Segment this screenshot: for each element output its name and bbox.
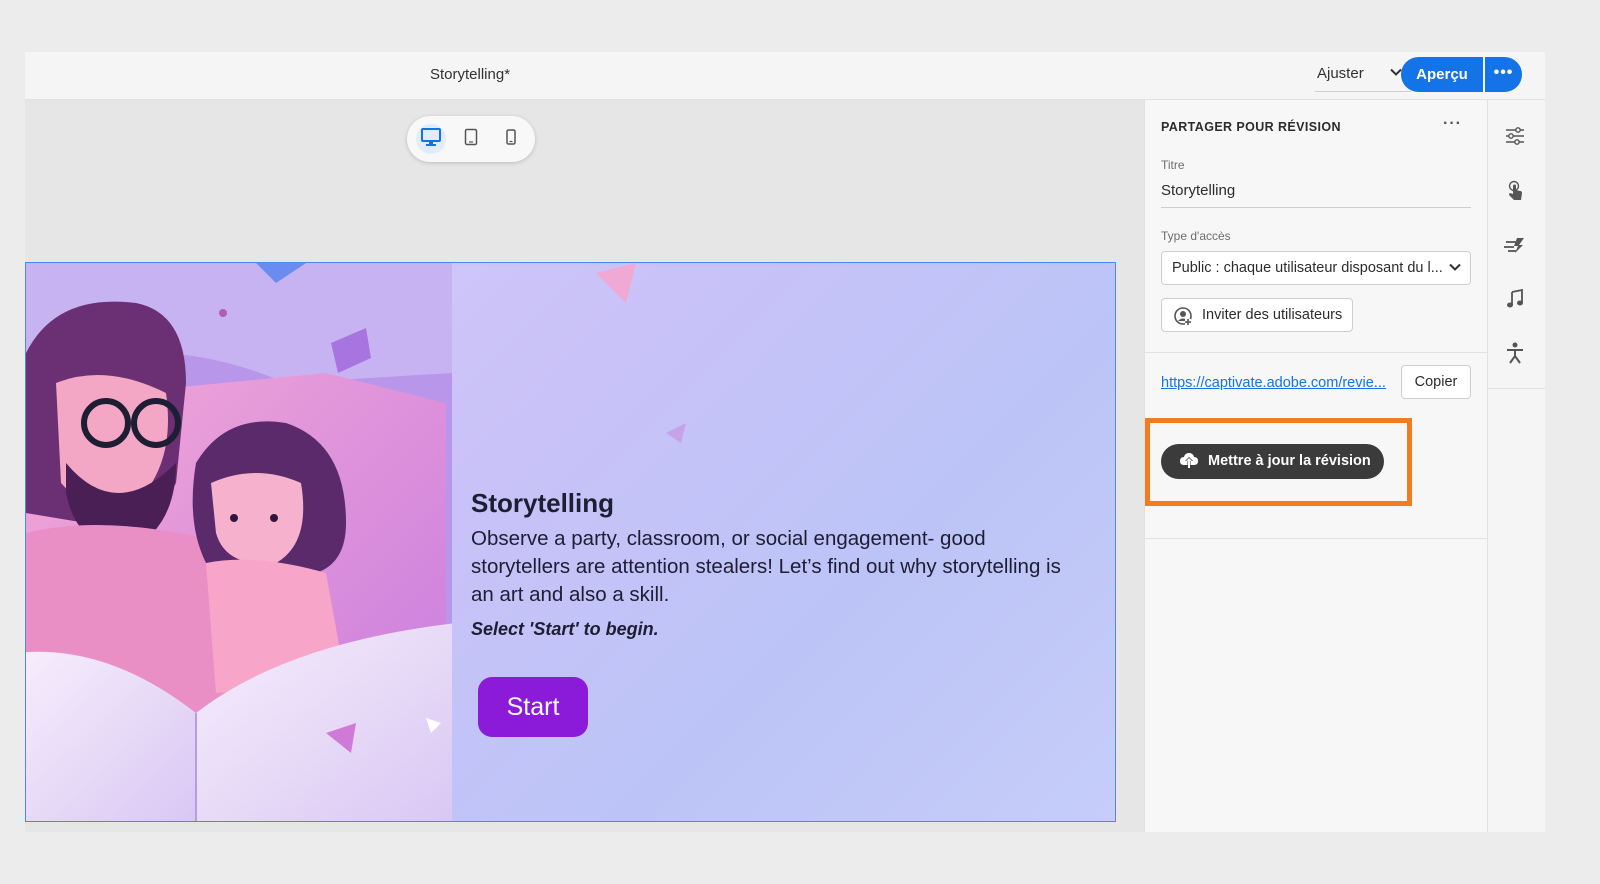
mobile-view-button[interactable] <box>496 124 526 154</box>
tablet-icon <box>464 128 478 151</box>
zoom-value: Ajuster <box>1317 65 1364 82</box>
desktop-icon <box>421 127 441 151</box>
document-title: Storytelling* <box>430 66 511 83</box>
slide-canvas[interactable]: Storytelling Observe a party, classroom,… <box>25 262 1116 822</box>
panel-divider <box>1145 538 1488 539</box>
properties-icon[interactable] <box>1504 125 1526 147</box>
slide-hint: Select 'Start' to begin. <box>471 619 659 639</box>
panel-divider <box>1145 352 1488 353</box>
preview-button[interactable]: Aperçu <box>1401 57 1483 92</box>
rail-divider <box>1488 388 1545 389</box>
tablet-view-button[interactable] <box>456 124 486 154</box>
app-window: Storytelling* Ajuster Aperçu ••• Storyte… <box>25 52 1545 832</box>
invite-users-button[interactable]: Inviter des utilisateurs <box>1161 298 1353 332</box>
top-bar: Storytelling* Ajuster Aperçu ••• <box>25 52 1545 100</box>
access-type-label: Type d'accès <box>1161 229 1231 243</box>
chevron-down-icon <box>1448 260 1462 278</box>
right-rail <box>1487 100 1545 832</box>
interaction-icon[interactable] <box>1504 180 1526 202</box>
more-options-button[interactable]: ••• <box>1485 57 1522 92</box>
review-link[interactable]: https://captivate.adobe.com/revie... <box>1161 375 1393 391</box>
zoom-dropdown[interactable]: Ajuster <box>1315 60 1411 92</box>
stage: Storytelling Observe a party, classroom,… <box>25 100 1144 832</box>
add-user-icon <box>1173 306 1193 330</box>
device-switcher <box>407 116 535 162</box>
invite-users-label: Inviter des utilisateurs <box>1202 307 1343 323</box>
title-field[interactable]: Storytelling <box>1161 178 1471 208</box>
callout-highlight <box>1145 418 1412 506</box>
timing-icon[interactable] <box>1504 234 1526 256</box>
slide-body: Observe a party, classroom, or social en… <box>471 527 1061 606</box>
copy-button[interactable]: Copier <box>1401 365 1471 399</box>
slide-illustration <box>26 263 452 821</box>
desktop-view-button[interactable] <box>416 124 446 154</box>
slide-title: Storytelling <box>471 488 615 518</box>
mobile-icon <box>505 128 517 151</box>
start-button[interactable]: Start <box>478 677 588 737</box>
panel-more-button[interactable]: ··· <box>1443 115 1462 133</box>
slide-text-block: Storytelling Observe a party, classroom,… <box>471 488 1071 640</box>
audio-icon[interactable] <box>1504 288 1526 310</box>
panel-title: PARTAGER POUR RÉVISION <box>1161 120 1341 134</box>
access-type-value: Public : chaque utilisateur disposant du… <box>1172 260 1443 276</box>
access-type-select[interactable]: Public : chaque utilisateur disposant du… <box>1161 251 1471 285</box>
title-label: Titre <box>1161 158 1185 172</box>
accessibility-icon[interactable] <box>1504 342 1526 364</box>
